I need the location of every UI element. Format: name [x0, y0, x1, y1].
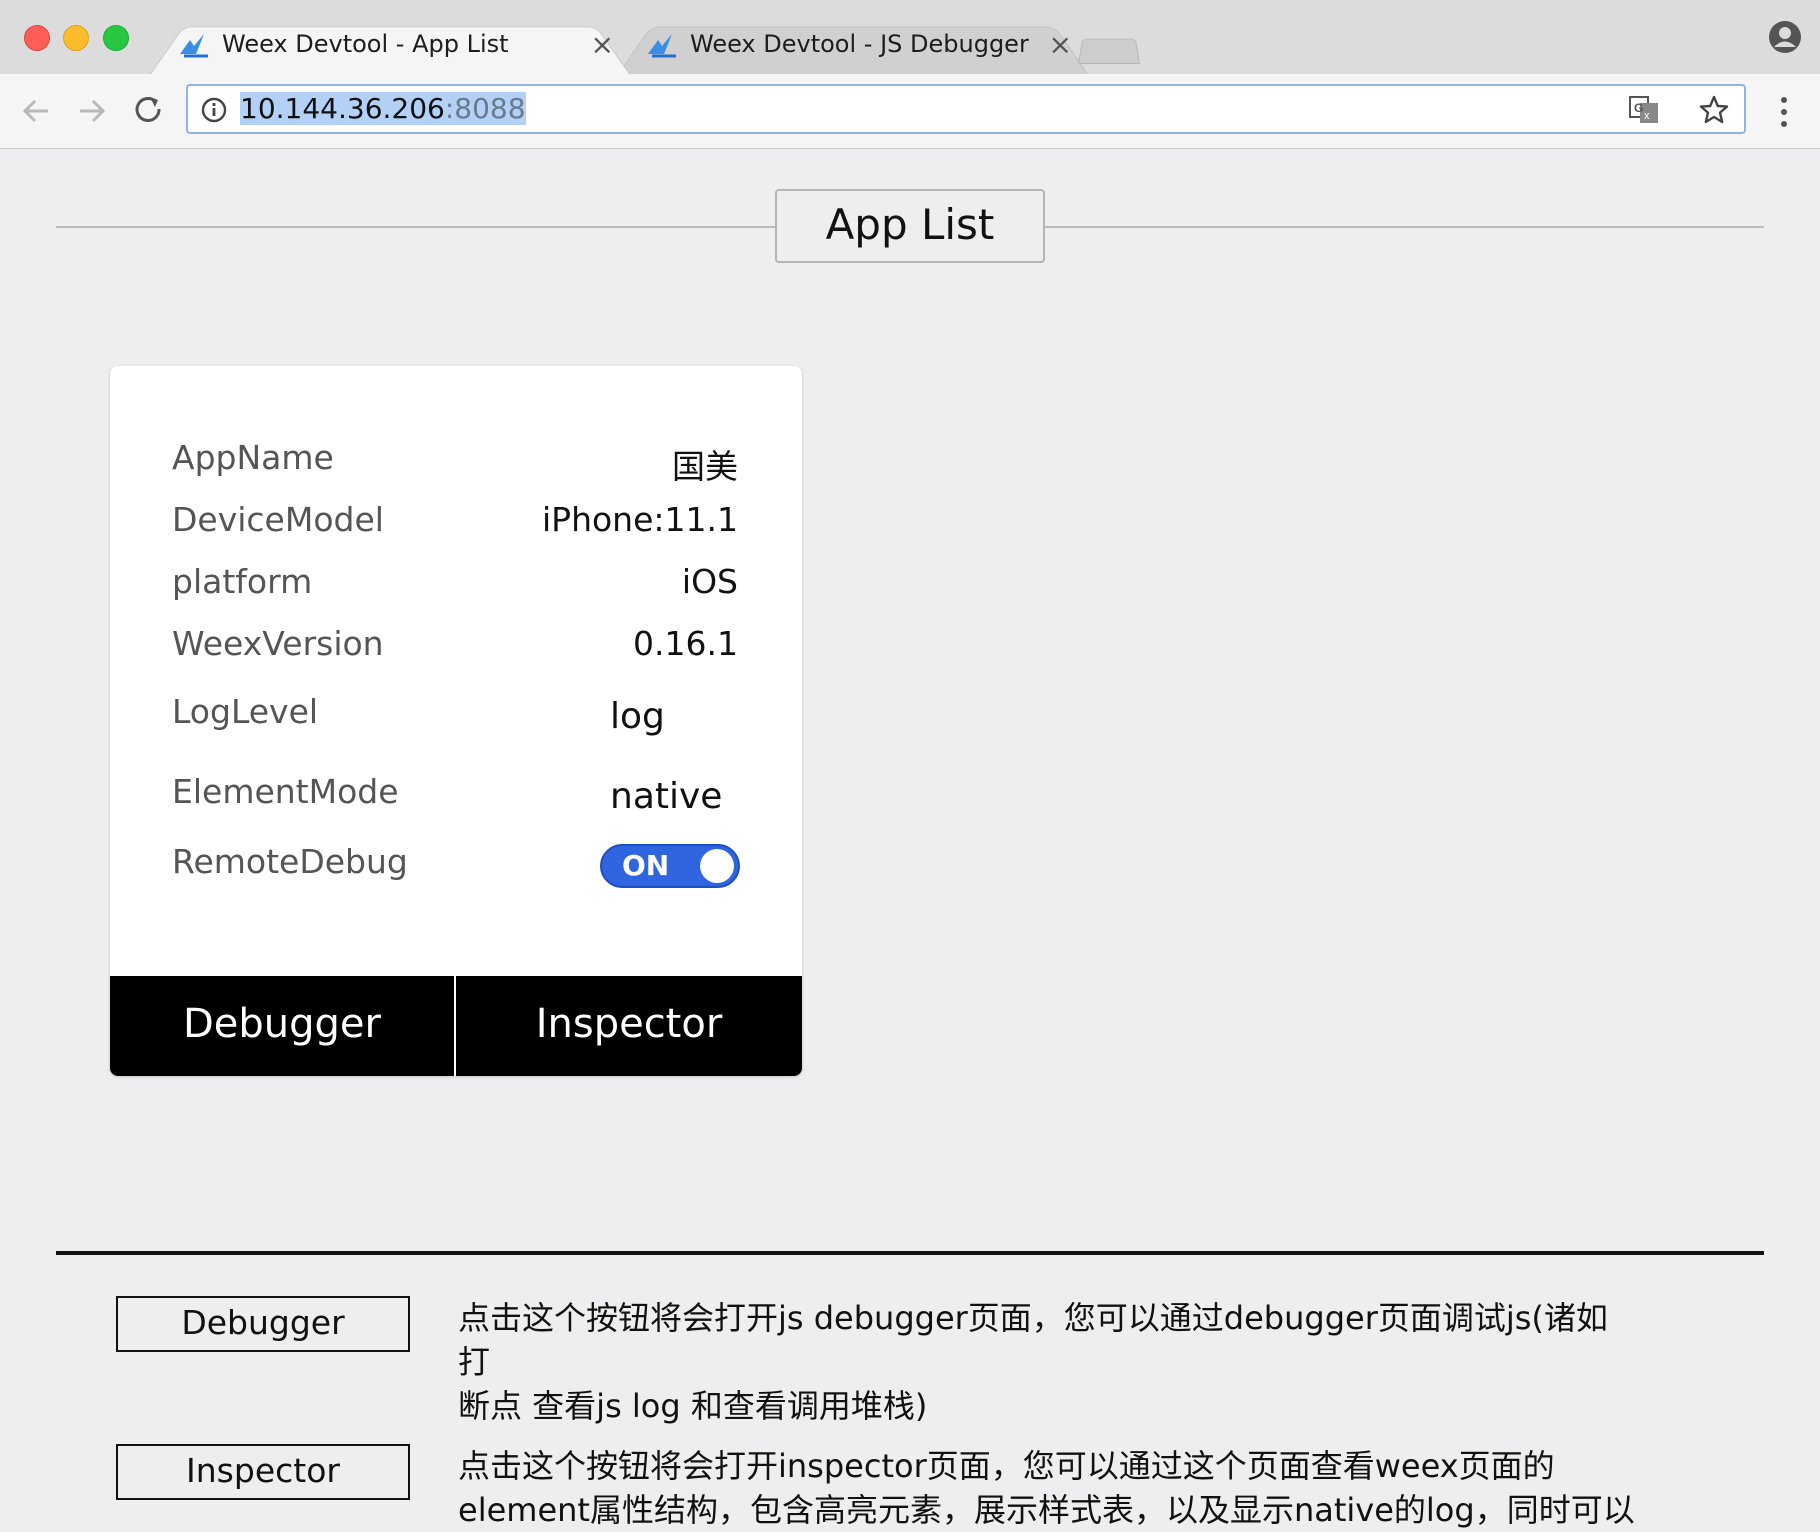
inspector-button[interactable]: Inspector — [456, 976, 802, 1076]
platform-label: platform — [172, 562, 313, 601]
devicemodel-label: DeviceModel — [172, 500, 384, 539]
close-window-button[interactable] — [24, 25, 50, 51]
toggle-knob — [700, 849, 734, 883]
close-icon[interactable]: × — [591, 28, 614, 61]
new-tab-button[interactable] — [1078, 34, 1140, 64]
weex-logo-icon — [648, 34, 676, 58]
kebab-menu-icon[interactable] — [1772, 92, 1796, 132]
device-card: AppName 国美 DeviceModel iPhone:11.1 platf… — [110, 366, 802, 1076]
zoom-window-button[interactable] — [103, 25, 129, 51]
appname-label: AppName — [172, 438, 334, 477]
title-rule-left — [56, 226, 776, 228]
debugger-desc-line: 断点 查看js log 和查看调用堆栈) — [458, 1387, 928, 1425]
address-bar[interactable]: 10.144.36.206:8088 G x — [186, 84, 1746, 134]
tab-title: Weex Devtool - App List — [222, 30, 509, 58]
title-rule-right — [1044, 226, 1764, 228]
remotedebug-label: RemoteDebug — [172, 842, 408, 881]
url-host: 10.144.36.206 — [240, 92, 445, 125]
elementmode-label: ElementMode — [172, 772, 399, 811]
appname-value: 国美 — [672, 447, 738, 486]
url-text[interactable]: 10.144.36.206:8088 — [240, 92, 526, 125]
devicemodel-value: iPhone:11.1 — [542, 500, 738, 539]
svg-text:x: x — [1644, 110, 1650, 122]
tab-title: Weex Devtool - JS Debugger — [690, 30, 1029, 58]
inspector-desc-line: 点击这个按钮将会打开inspector页面，您可以通过这个页面查看weex页面的 — [458, 1447, 1555, 1485]
close-icon[interactable]: × — [1049, 28, 1072, 61]
debugger-button[interactable]: Debugger — [110, 976, 454, 1076]
debugger-legend-label: Debugger — [116, 1296, 410, 1352]
svg-text:G: G — [1634, 101, 1643, 115]
debugger-desc-line: 点击这个按钮将会打开js debugger页面，您可以通过debugger页面调… — [458, 1299, 1608, 1381]
loglevel-select[interactable]: log — [610, 696, 665, 737]
weex-logo-icon — [180, 34, 208, 58]
page-title: App List — [775, 189, 1045, 263]
remotedebug-toggle[interactable]: ON — [600, 844, 740, 888]
tab-app-list[interactable]: Weex Devtool - App List × — [150, 18, 630, 74]
toggle-state-label: ON — [622, 849, 670, 882]
info-icon[interactable] — [200, 96, 228, 124]
star-icon[interactable] — [1698, 94, 1730, 126]
section-divider — [56, 1251, 1764, 1255]
tab-js-debugger[interactable]: Weex Devtool - JS Debugger × — [618, 18, 1088, 74]
platform-value: iOS — [681, 562, 738, 601]
forward-arrow-icon[interactable] — [72, 92, 110, 130]
weexversion-value: 0.16.1 — [633, 624, 738, 663]
elementmode-select[interactable]: native — [610, 776, 722, 817]
weexversion-label: WeexVersion — [172, 624, 384, 663]
inspector-desc-line: element属性结构，包含高亮元素，展示样式表，以及显示native的log，… — [458, 1491, 1635, 1529]
inspector-legend-label: Inspector — [116, 1444, 410, 1500]
loglevel-label: LogLevel — [172, 692, 319, 731]
minimize-window-button[interactable] — [63, 25, 89, 51]
debugger-description: 点击这个按钮将会打开js debugger页面，您可以通过debugger页面调… — [458, 1296, 1638, 1428]
translate-icon[interactable]: G x — [1628, 95, 1660, 125]
inspector-description: 点击这个按钮将会打开inspector页面，您可以通过这个页面查看weex页面的… — [458, 1444, 1638, 1532]
reload-icon[interactable] — [130, 92, 168, 130]
back-arrow-icon[interactable] — [18, 92, 56, 130]
profile-icon[interactable] — [1768, 20, 1802, 54]
url-port: :8088 — [444, 92, 526, 125]
